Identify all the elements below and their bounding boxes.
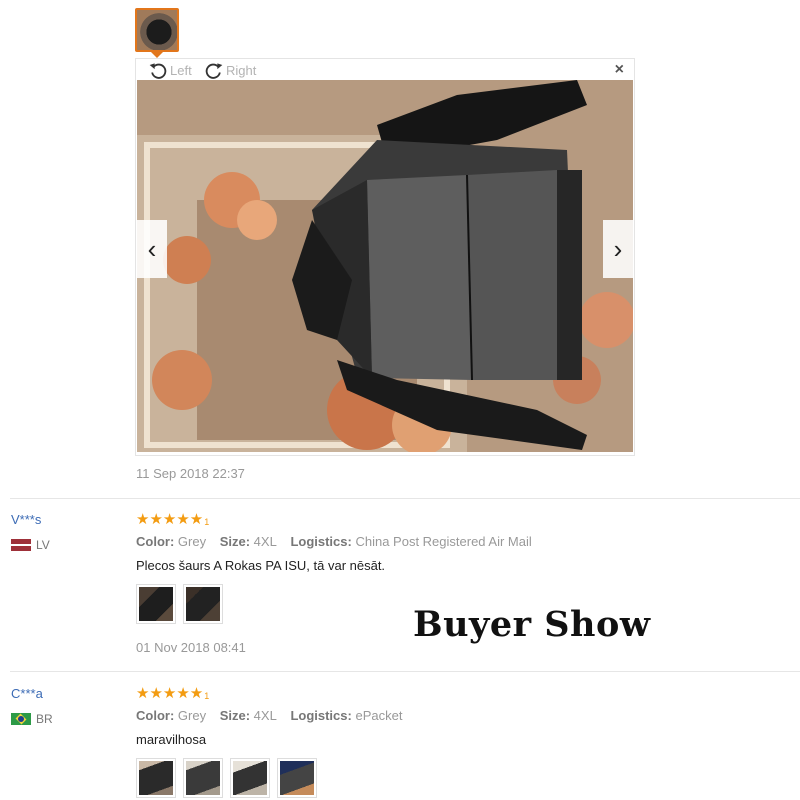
rotate-left-button[interactable]: Left — [148, 60, 192, 80]
color-value: Grey — [177, 534, 207, 549]
close-icon[interactable]: × — [615, 61, 624, 79]
color-label: Color: — [136, 708, 175, 723]
star-rating-tail: 1 — [204, 517, 210, 527]
rating-stars: ★★★★★ 1 — [136, 512, 209, 527]
rotate-left-label: Left — [170, 62, 192, 78]
review-photo-thumbnail[interactable] — [183, 758, 223, 798]
country-code: LV — [36, 538, 50, 552]
size-value: 4XL — [253, 534, 277, 549]
review-photo-thumbnail[interactable] — [230, 758, 270, 798]
logistics-label: Logistics: — [290, 708, 352, 723]
reviewer-country: LV — [11, 538, 50, 552]
star-rating: ★★★★★ — [136, 511, 204, 528]
logistics-label: Logistics: — [290, 534, 352, 549]
viewer-toolbar: Left Right × — [136, 59, 634, 81]
review-photo-thumbnail[interactable] — [277, 758, 317, 798]
rating-stars: ★★★★★ 1 — [136, 686, 209, 701]
buyer-show-watermark: Buyer Show — [413, 604, 651, 645]
logistics-value: China Post Registered Air Mail — [355, 534, 532, 549]
order-attributes: Color: Grey Size: 4XL Logistics: China P… — [136, 534, 542, 549]
color-value: Grey — [177, 708, 207, 723]
active-photo-thumbnail[interactable] — [135, 8, 179, 52]
logistics-value: ePacket — [355, 708, 403, 723]
latvia-flag-icon — [11, 539, 31, 551]
review-date: 01 Nov 2018 08:41 — [136, 640, 246, 655]
rotate-right-label: Right — [226, 62, 257, 78]
previous-photo-button[interactable]: ‹ — [137, 220, 167, 278]
review-photo-thumbnail[interactable] — [183, 584, 223, 624]
review-divider — [10, 671, 800, 672]
rotate-right-button[interactable]: Right — [204, 60, 256, 80]
size-label: Size: — [219, 708, 251, 723]
reviewer-country: BR — [11, 712, 53, 726]
photo-viewer: Left Right × ‹ › — [135, 58, 635, 456]
size-label: Size: — [219, 534, 251, 549]
size-value: 4XL — [253, 708, 277, 723]
country-code: BR — [36, 712, 53, 726]
star-rating: ★★★★★ — [136, 685, 204, 702]
color-label: Color: — [136, 534, 175, 549]
review-divider — [10, 498, 800, 499]
review-photo: ‹ › — [137, 80, 633, 452]
review-photo-thumbnail[interactable] — [136, 758, 176, 798]
rotate-left-icon — [149, 63, 167, 79]
review-comment: maravilhosa — [136, 732, 207, 747]
reviewer-name[interactable]: C***a — [11, 686, 43, 701]
brazil-flag-icon — [11, 713, 31, 725]
review-photo-thumbnail[interactable] — [136, 584, 176, 624]
order-attributes: Color: Grey Size: 4XL Logistics: ePacket — [136, 708, 412, 723]
photo-date: 11 Sep 2018 22:37 — [136, 466, 245, 481]
star-rating-tail: 1 — [204, 691, 210, 701]
next-photo-button[interactable]: › — [603, 220, 633, 278]
review-comment: Plecos šaurs A Rokas PA ISU, tā var nēsā… — [136, 558, 386, 573]
rotate-right-icon — [205, 63, 223, 79]
reviewer-name[interactable]: V***s — [11, 512, 41, 527]
jacket-photo-illustration — [137, 80, 633, 452]
